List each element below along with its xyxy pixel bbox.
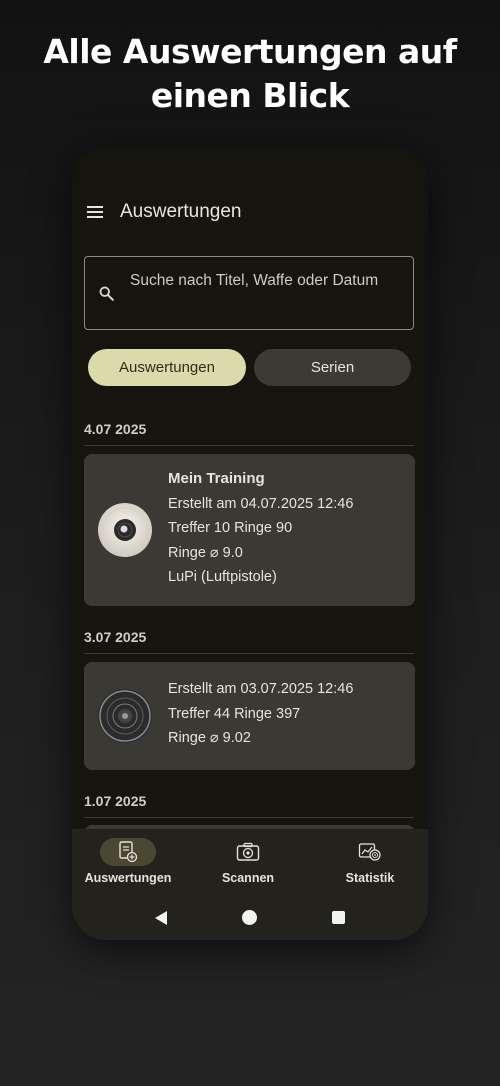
nav-label: Statistik	[345, 871, 395, 885]
camera-target-icon	[236, 842, 260, 861]
nav-label: Scannen	[221, 871, 275, 885]
search-field[interactable]: Suche nach Titel, Waffe oder Datum	[84, 256, 414, 330]
bottom-navigation: Auswertungen Scannen Statistik	[72, 829, 428, 896]
back-icon[interactable]	[154, 910, 168, 926]
card-weapon: LuPi (Luftpistole)	[168, 569, 277, 585]
date-header: 3.07 2025	[84, 629, 414, 654]
chart-target-icon	[358, 843, 381, 861]
tab-serien[interactable]: Serien	[254, 349, 411, 386]
nav-icon-container	[342, 838, 398, 866]
promo-headline: Alle Auswertungen auf einen Blick	[0, 30, 500, 118]
nav-active-indicator	[100, 838, 156, 866]
target-thumbnail	[98, 503, 152, 557]
search-icon	[99, 286, 114, 301]
list-item[interactable]: Erstellt am 03.07.2025 12:46 Treffer 44 …	[84, 662, 415, 770]
card-text: Mein Training Erstellt am 04.07.2025 12:…	[168, 467, 353, 590]
date-header: 1.07 2025	[84, 793, 414, 818]
card-average: Ringe ⌀ 9.02	[168, 730, 251, 746]
card-title: Mein Training	[168, 470, 265, 487]
nav-item-statistik[interactable]: Statistik	[314, 829, 428, 896]
nav-item-auswertungen[interactable]: Auswertungen	[72, 829, 190, 896]
nav-label: Auswertungen	[84, 871, 172, 885]
target-thumbnail	[98, 689, 152, 743]
phone-frame: Auswertungen Suche nach Titel, Waffe ode…	[72, 147, 428, 940]
home-icon[interactable]	[242, 910, 257, 925]
promo-headline-line-1: Alle Auswertungen auf	[43, 32, 457, 71]
card-stats: Treffer 44 Ringe 397	[168, 705, 301, 722]
nav-icon-container	[220, 838, 276, 866]
card-stats: Treffer 10 Ringe 90	[168, 520, 293, 536]
hamburger-menu-icon[interactable]	[87, 206, 103, 218]
promo-headline-line-2: einen Blick	[150, 76, 350, 115]
page-title: Auswertungen	[120, 201, 242, 222]
nav-item-scannen[interactable]: Scannen	[192, 829, 310, 896]
card-text: Erstellt am 03.07.2025 12:46 Treffer 44 …	[168, 677, 353, 751]
card-created: Erstellt am 03.07.2025 12:46	[168, 681, 354, 697]
card-average: Ringe ⌀ 9.0	[168, 544, 243, 561]
recent-apps-icon[interactable]	[332, 911, 345, 924]
tab-auswertungen[interactable]: Auswertungen	[88, 349, 246, 386]
document-plus-icon	[119, 841, 138, 863]
date-header: 4.07 2025	[84, 421, 414, 446]
card-created: Erstellt am 04.07.2025 12:46	[168, 495, 354, 512]
search-placeholder: Suche nach Titel, Waffe oder Datum	[130, 272, 379, 289]
app-bar: Auswertungen	[72, 193, 428, 233]
list-item[interactable]: Mein Training Erstellt am 04.07.2025 12:…	[84, 454, 415, 606]
system-navigation-bar	[72, 896, 428, 940]
